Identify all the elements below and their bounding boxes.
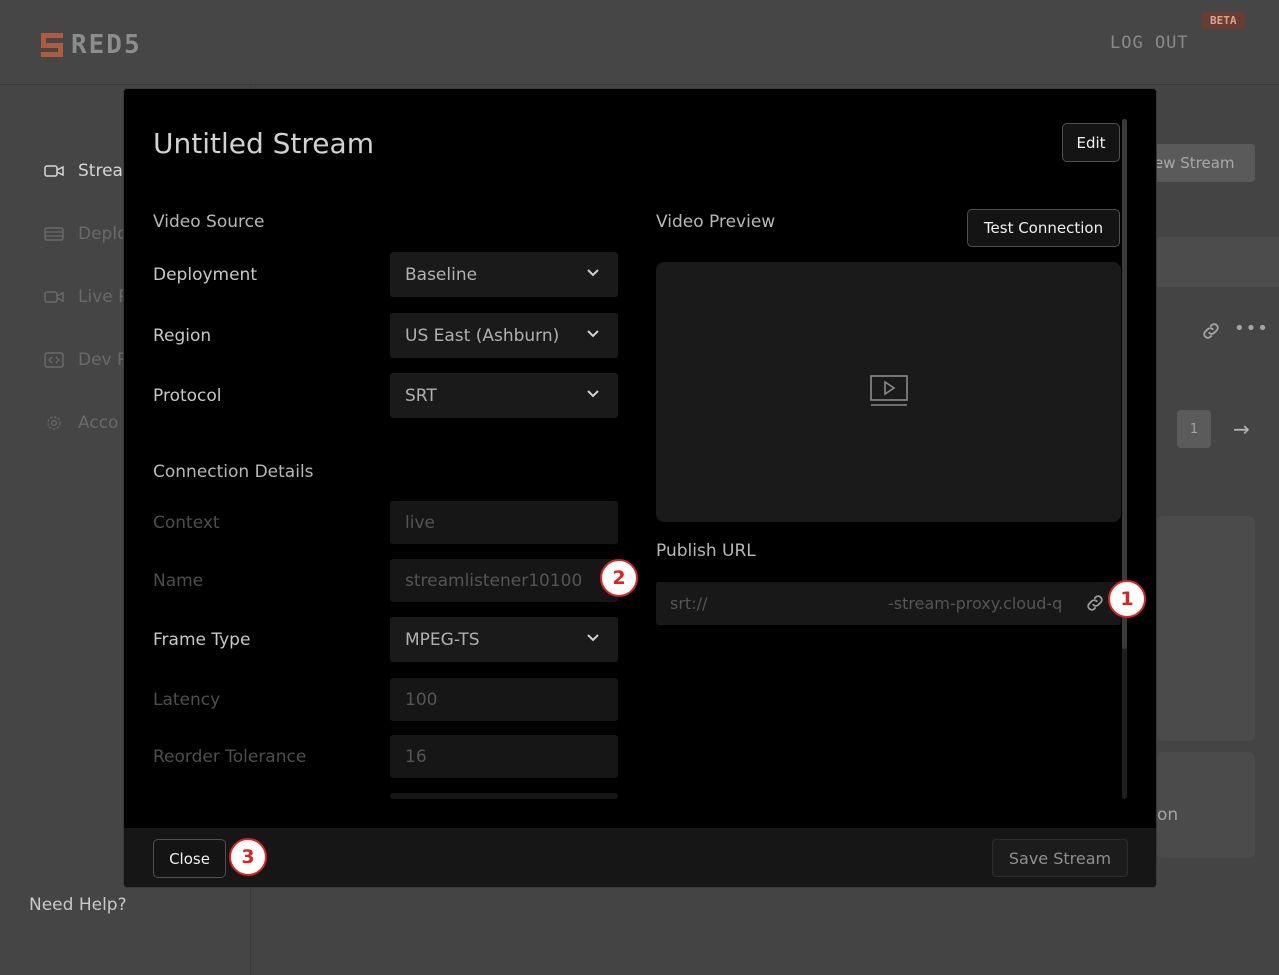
- name-field[interactable]: streamlistener10100: [390, 559, 618, 602]
- chevron-down-icon: [587, 390, 599, 398]
- save-stream-button[interactable]: Save Stream: [992, 839, 1128, 877]
- need-help-link[interactable]: Need Help?: [29, 895, 127, 915]
- red5-logo[interactable]: RED5: [41, 30, 142, 60]
- top-bar: RED5 BETA LOG OUT: [0, 0, 1279, 85]
- beta-badge: BETA: [1202, 12, 1245, 29]
- callout-badge-3: 3: [229, 838, 267, 876]
- play-video-icon: [870, 375, 908, 406]
- frame-type-label: Frame Type: [153, 630, 251, 650]
- sidebar-item-dev-resources[interactable]: Dev R: [44, 350, 129, 370]
- logout-link[interactable]: LOG OUT: [1110, 33, 1189, 53]
- sidebar-item-label: Deplo: [78, 224, 128, 244]
- chevron-down-icon: [587, 634, 599, 642]
- protocol-label: Protocol: [153, 386, 222, 406]
- latency-label: Latency: [153, 690, 221, 710]
- publish-url-protocol: srt://: [670, 594, 708, 613]
- stream-modal: Untitled Stream Edit Video Source Deploy…: [123, 88, 1157, 888]
- next-page-arrow-icon[interactable]: →: [1233, 417, 1250, 441]
- callout-badge-2: 2: [600, 559, 638, 597]
- reorder-tolerance-label: Reorder Tolerance: [153, 747, 307, 767]
- table-header-row: [1157, 237, 1279, 287]
- context-field[interactable]: live: [390, 501, 618, 544]
- sidebar-item-live-preview[interactable]: Live P: [44, 287, 128, 307]
- name-label: Name: [153, 571, 204, 591]
- deployment-select-value: Baseline: [405, 264, 478, 285]
- deployment-select[interactable]: Baseline: [390, 252, 618, 297]
- red5-logo-mark-icon: [41, 33, 63, 57]
- region-label: Region: [153, 326, 212, 346]
- video-source-heading: Video Source: [153, 212, 265, 232]
- frame-type-select[interactable]: MPEG-TS: [390, 617, 618, 662]
- modal-scrollbar-thumb[interactable]: [1122, 119, 1127, 649]
- sidebar-item-streams[interactable]: Strea: [44, 161, 123, 181]
- modal-footer: Close Save Stream: [124, 828, 1156, 887]
- callout-badge-1: 1: [1108, 580, 1146, 618]
- protocol-select[interactable]: SRT: [390, 373, 618, 418]
- more-options-icon[interactable]: •••: [1234, 318, 1269, 339]
- sidebar-item-label: Acco: [78, 413, 119, 433]
- background-card: [1157, 516, 1255, 741]
- video-preview-heading: Video Preview: [656, 212, 776, 232]
- sidebar-item-account[interactable]: Acco: [44, 413, 118, 433]
- context-label: Context: [153, 513, 220, 533]
- video-camera-icon: [44, 291, 64, 303]
- background-card-text: on: [1157, 805, 1179, 825]
- video-camera-icon: [44, 165, 64, 177]
- publish-url-heading: Publish URL: [656, 541, 756, 561]
- region-select[interactable]: US East (Ashburn): [390, 313, 618, 358]
- video-preview-area: [656, 262, 1121, 522]
- sidebar-item-deployments[interactable]: Deplo: [44, 224, 127, 244]
- sidebar-item-label: Dev R: [78, 350, 129, 370]
- new-stream-button[interactable]: ew Stream: [1150, 144, 1255, 182]
- close-button[interactable]: Close: [153, 839, 226, 878]
- protocol-select-value: SRT: [405, 385, 437, 406]
- deployment-label: Deployment: [153, 265, 257, 285]
- modal-title: Untitled Stream: [153, 127, 374, 160]
- link-icon[interactable]: [1200, 320, 1222, 342]
- publish-url-host: -stream-proxy.cloud-q: [888, 594, 1063, 613]
- sidebar-item-label: Strea: [78, 161, 123, 181]
- edit-button[interactable]: Edit: [1062, 123, 1120, 162]
- server-icon: [44, 227, 64, 241]
- gear-icon: [47, 416, 61, 430]
- sidebar-item-label: Live P: [78, 287, 129, 307]
- frame-type-select-value: MPEG-TS: [405, 629, 480, 650]
- latency-field[interactable]: 100: [390, 678, 618, 721]
- pagination-page[interactable]: 1: [1177, 410, 1211, 448]
- copy-link-icon[interactable]: [1084, 592, 1106, 614]
- next-field-partial[interactable]: [390, 793, 618, 799]
- code-icon: [44, 352, 64, 368]
- reorder-tolerance-field[interactable]: 16: [390, 735, 618, 778]
- test-connection-button[interactable]: Test Connection: [967, 209, 1120, 247]
- chevron-down-icon: [587, 269, 599, 277]
- chevron-down-icon: [587, 330, 599, 338]
- publish-url-field[interactable]: srt:// -stream-proxy.cloud-q: [656, 582, 1121, 625]
- region-select-value: US East (Ashburn): [405, 325, 560, 346]
- logo-text: RED5: [71, 30, 142, 60]
- connection-details-heading: Connection Details: [153, 462, 314, 482]
